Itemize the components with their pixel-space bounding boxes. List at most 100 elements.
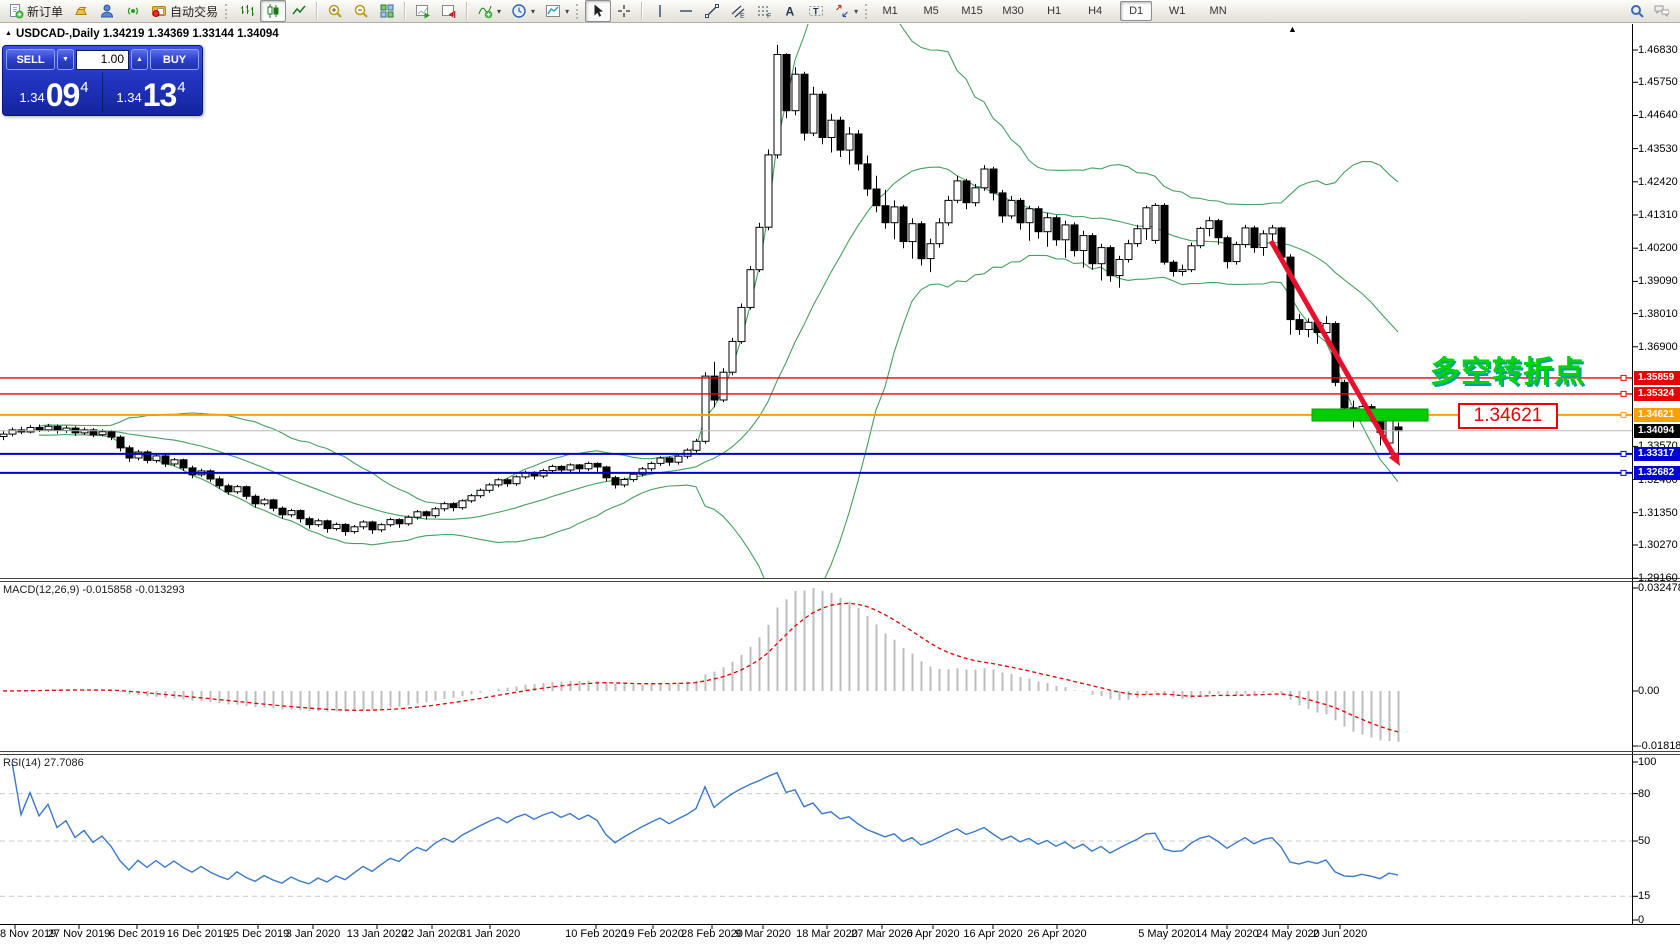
horizontal-line-icon	[678, 3, 694, 19]
timeframe-W1[interactable]: W1	[1161, 1, 1193, 21]
bollinger-middle	[39, 167, 1398, 519]
timeframe-M5[interactable]: M5	[915, 1, 947, 21]
toolbar-separator	[641, 2, 643, 20]
up-arrow-icon: ▲	[136, 56, 143, 63]
bollinger-lower	[39, 255, 1398, 624]
chart-title: ▲USDCAD-,Daily 1.34219 1.34369 1.33144 1…	[5, 28, 279, 40]
new-order-label: 新订单	[27, 3, 63, 20]
toolbar-grip	[225, 4, 230, 19]
trendline-icon	[704, 3, 720, 19]
indicators-button[interactable]: ▾	[472, 0, 506, 22]
search-icon[interactable]	[1629, 3, 1645, 19]
toolbar-separator	[404, 2, 406, 20]
text-label-icon: T	[808, 3, 824, 19]
community-button[interactable]	[94, 0, 120, 22]
vertical-line-icon	[652, 3, 668, 19]
timeframe-H4[interactable]: H4	[1079, 1, 1111, 21]
new-order-button[interactable]: 新订单	[3, 0, 68, 22]
svg-text:E: E	[740, 13, 745, 19]
tile-windows-button[interactable]	[374, 0, 400, 22]
macd-histogram	[4, 588, 1399, 742]
toolbar-grip	[865, 4, 870, 19]
timeframe-H1[interactable]: H1	[1038, 1, 1070, 21]
timeframe-D1[interactable]: D1	[1120, 1, 1152, 21]
auto-scroll-button[interactable]	[410, 0, 436, 22]
cursor-icon	[590, 3, 606, 19]
axis-ticks	[15, 50, 1638, 929]
timeframe-M15[interactable]: M15	[956, 1, 988, 21]
chart-shift-button[interactable]	[436, 0, 462, 22]
toolbar-grip	[576, 4, 581, 19]
volume-increase-button[interactable]: ▲	[131, 49, 148, 70]
timeframe-M30[interactable]: M30	[997, 1, 1029, 21]
timeframe-MN[interactable]: MN	[1202, 1, 1234, 21]
turning-point-annotation[interactable]: 多空转折点	[1430, 347, 1585, 391]
buy-button[interactable]: BUY	[150, 49, 199, 70]
timeframe-bar: M1 M5 M15 M30 H1 H4 D1 W1 MN	[874, 1, 1243, 21]
buy-price-pip: 4	[177, 79, 185, 96]
volume-decrease-button[interactable]: ▼	[57, 49, 74, 70]
line-chart-button[interactable]	[286, 0, 312, 22]
timeframe-M1[interactable]: M1	[874, 1, 906, 21]
horizontal-line-tool-button[interactable]	[673, 0, 699, 22]
chart-shift-icon	[441, 3, 457, 19]
vertical-line-tool-button[interactable]	[647, 0, 673, 22]
volume-input[interactable]: 1.00	[76, 50, 129, 70]
zoom-in-icon	[327, 3, 343, 19]
buy-price-small: 1.34	[116, 90, 141, 105]
bar-chart-button[interactable]	[234, 0, 260, 22]
text-tool-button[interactable]: A	[777, 0, 803, 22]
bollinger-bands	[39, 0, 1398, 624]
crosshair-tool-button[interactable]	[611, 0, 637, 22]
template-icon	[545, 3, 561, 19]
candlestick-chart-button[interactable]	[260, 0, 286, 22]
toolbar: 新订单 自动交易 ▾ ▾ ▾ E F A T ▾	[0, 0, 1680, 23]
one-click-trading-panel: SELL ▼ 1.00 ▲ BUY 1.34 09 4 1.34 13 4	[2, 45, 203, 116]
bar-chart-icon	[239, 3, 255, 19]
templates-button[interactable]: ▾	[540, 0, 574, 22]
candles-group	[0, 45, 1402, 536]
gold-ingot-icon	[73, 3, 89, 19]
crosshair-icon	[616, 3, 632, 19]
arrows-tool-button[interactable]: ▾	[829, 0, 863, 22]
new-order-icon	[8, 3, 24, 19]
equidistant-channel-tool-button[interactable]: E	[725, 0, 751, 22]
svg-text:A: A	[786, 5, 795, 19]
sell-price[interactable]: 1.34 09 4	[6, 72, 102, 112]
arrows-icon	[834, 3, 850, 19]
person-icon	[99, 3, 115, 19]
sell-button[interactable]: SELL	[6, 49, 55, 70]
text-label-tool-button[interactable]: T	[803, 0, 829, 22]
tile-windows-icon	[379, 3, 395, 19]
signal-icon	[125, 3, 141, 19]
fibonacci-tool-button[interactable]: F	[751, 0, 777, 22]
autotrading-label: 自动交易	[170, 3, 218, 20]
deposit-button[interactable]	[68, 0, 94, 22]
svg-text:F: F	[767, 13, 771, 19]
autotrading-icon	[151, 3, 167, 19]
macd-signal-line	[3, 603, 1398, 732]
down-arrow-icon: ▼	[62, 56, 69, 63]
autotrading-button[interactable]: 自动交易	[146, 0, 223, 22]
trendline-tool-button[interactable]	[699, 0, 725, 22]
periods-button[interactable]: ▾	[506, 0, 540, 22]
indicators-icon	[477, 3, 493, 19]
channel-icon: E	[730, 3, 746, 19]
buy-price-big: 13	[143, 80, 177, 110]
zoom-out-button[interactable]	[348, 0, 374, 22]
candlestick-chart-icon	[265, 3, 281, 19]
signals-button[interactable]	[120, 0, 146, 22]
chart-canvas[interactable]	[0, 0, 1680, 944]
text-icon: A	[782, 3, 798, 19]
cursor-tool-button[interactable]	[585, 0, 611, 22]
rsi-levels	[0, 794, 1632, 897]
buy-price[interactable]: 1.34 13 4	[102, 72, 199, 112]
toolbar-separator	[316, 2, 318, 20]
price-callout-box[interactable]: 1.34621	[1458, 403, 1558, 429]
chat-icon[interactable]	[1653, 3, 1669, 19]
rsi-line	[12, 762, 1398, 884]
dropdown-caret-icon: ▾	[854, 7, 858, 16]
chart-window: 新订单 自动交易 ▾ ▾ ▾ E F A T ▾	[0, 0, 1680, 944]
zoom-in-button[interactable]	[322, 0, 348, 22]
fibonacci-icon: F	[756, 3, 772, 19]
